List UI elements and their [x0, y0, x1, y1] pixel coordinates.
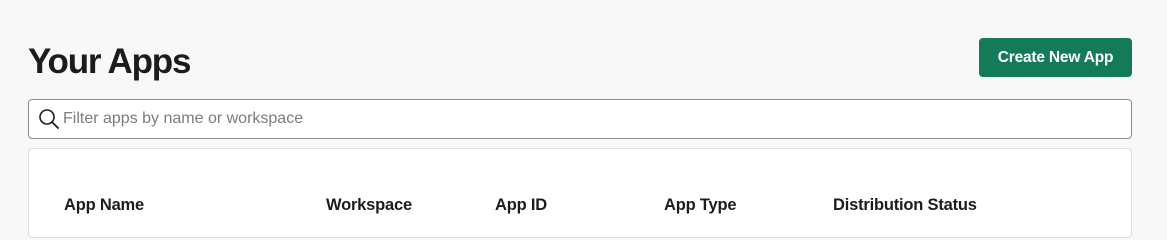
page-title: Your Apps: [28, 42, 191, 81]
column-header-workspace[interactable]: Workspace: [326, 196, 412, 215]
column-header-distribution-status[interactable]: Distribution Status: [833, 196, 977, 215]
column-header-app-id[interactable]: App ID: [495, 196, 547, 215]
column-header-app-name[interactable]: App Name: [64, 196, 144, 215]
create-new-app-button[interactable]: Create New App: [979, 38, 1132, 77]
apps-table: App Name Workspace App ID App Type Distr…: [28, 148, 1132, 238]
search-bar[interactable]: [28, 99, 1132, 139]
search-icon: [38, 108, 60, 130]
search-input[interactable]: [63, 100, 1131, 138]
column-header-app-type[interactable]: App Type: [664, 196, 737, 215]
